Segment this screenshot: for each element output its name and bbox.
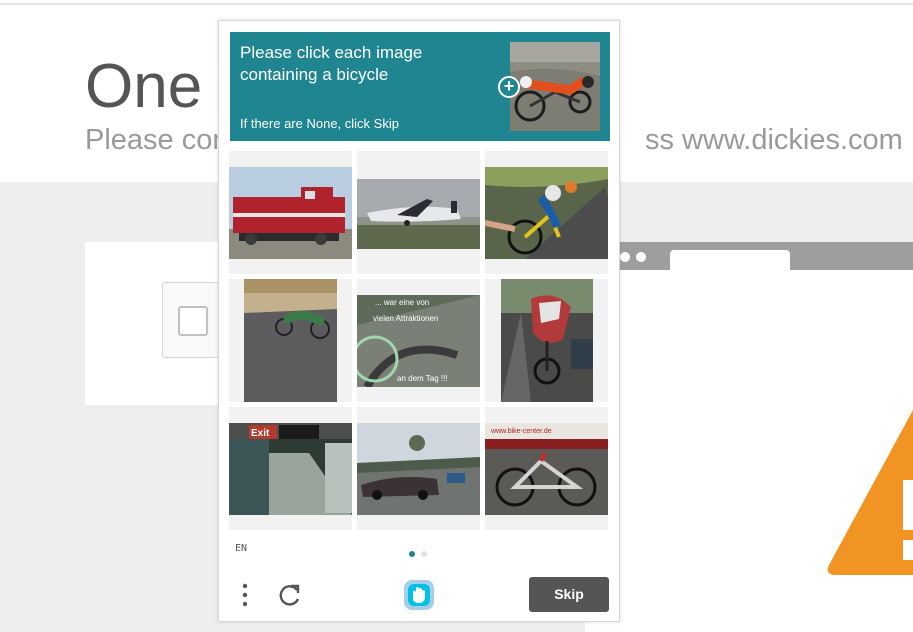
shop-sign-text: www.bike-center.de (490, 428, 552, 435)
challenge-prompt: Please click each image containing a bic… (230, 32, 610, 141)
challenge-panel: Please click each image containing a bic… (218, 20, 620, 622)
image-tile-1[interactable] (229, 151, 352, 274)
menu-dots-icon[interactable] (237, 581, 253, 609)
image-tile-9[interactable]: www.bike-center.de (485, 407, 608, 530)
tile-caption-2: vielen Attraktionen (373, 314, 438, 323)
page-dot-active (409, 551, 415, 557)
image-tile-8[interactable] (357, 407, 480, 530)
image-tile-2[interactable] (357, 151, 480, 274)
image-tile-6[interactable] (485, 279, 608, 402)
prompt-subtext: If there are None, click Skip (240, 116, 399, 131)
top-divider (0, 3, 913, 5)
example-image (510, 42, 600, 131)
prompt-text: Please click each image containing a bic… (240, 43, 423, 84)
image-tile-5[interactable]: ... war eine von vielen Attraktionen an … (357, 279, 480, 402)
plus-icon: + (498, 76, 520, 98)
subtitle-right: ss www.dickies.com (645, 124, 903, 156)
hcaptcha-logo-icon (404, 580, 434, 610)
subtitle-left: Please com (85, 124, 237, 156)
refresh-icon[interactable] (277, 582, 303, 608)
browser-dot (636, 252, 646, 262)
image-tile-3[interactable] (485, 151, 608, 274)
browser-illustration-tab (670, 250, 790, 270)
tile-caption-1: ... war eine von (375, 298, 429, 307)
image-tile-7[interactable]: Exit (229, 407, 352, 530)
image-tile-4[interactable] (229, 279, 352, 402)
page-dot (421, 551, 427, 557)
captcha-checkbox[interactable] (178, 306, 208, 336)
skip-button[interactable]: Skip (529, 577, 609, 612)
tile-caption-3: an dem Tag !!! (397, 374, 448, 383)
browser-dot (620, 252, 630, 262)
image-grid: ... war eine von vielen Attraktionen an … (229, 151, 609, 531)
warning-icon (827, 410, 913, 575)
page-title: One r (85, 52, 241, 121)
language-selector[interactable]: EN (235, 543, 247, 554)
exit-sign-text: Exit (251, 428, 270, 439)
